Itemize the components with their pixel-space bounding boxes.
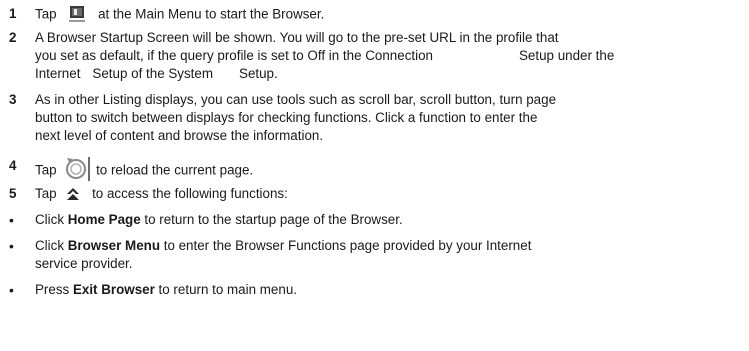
bullet-text: Press <box>35 282 73 297</box>
menu-up-icon <box>64 186 82 202</box>
step-text: to access the following functions: <box>92 186 288 201</box>
step-number: 2 <box>9 30 17 45</box>
step-number: 3 <box>9 92 17 107</box>
bullet-text: to return to the startup page of the Bro… <box>140 212 403 227</box>
browser-app-icon <box>66 6 88 24</box>
step-text: Tap <box>35 186 57 201</box>
step-text: Setup. <box>239 66 278 81</box>
step-text: Setup under the <box>518 48 615 63</box>
step-text: next level of content and browse the inf… <box>35 128 324 143</box>
bold-term: Browser Menu <box>67 238 160 253</box>
bold-term: Exit Browser <box>72 282 155 297</box>
step-text: A Browser Startup Screen will be shown. … <box>35 30 559 45</box>
step-text: Tap <box>35 162 57 178</box>
step-text: button to switch between displays for ch… <box>35 110 538 125</box>
reload-icon <box>64 156 91 182</box>
step-text: Internet <box>35 66 81 81</box>
step-text: at the Main Menu to start the Browser. <box>98 6 325 22</box>
step-text: As in other Listing displays, you can us… <box>35 92 557 107</box>
bullet-marker: • <box>9 238 14 254</box>
step-text: you set as default, if the query profile… <box>35 48 433 63</box>
bullet-text: service provider. <box>35 256 133 271</box>
step-text: Tap <box>35 6 57 22</box>
bullet-text: Click <box>35 238 68 253</box>
bold-term: Home Page <box>67 212 141 227</box>
bullet-text: to enter the Browser Functions page prov… <box>160 238 532 253</box>
step-text: Setup of the System <box>92 66 214 81</box>
step-number: 4 <box>9 158 17 173</box>
step-number: 5 <box>9 186 17 201</box>
bullet-marker: • <box>9 212 14 228</box>
step-text: to reload the current page. <box>96 162 254 178</box>
step-number: 1 <box>9 6 17 21</box>
bullet-marker: • <box>9 282 14 298</box>
bullet-text: to return to main menu. <box>154 282 297 297</box>
bullet-text: Click <box>35 212 68 227</box>
